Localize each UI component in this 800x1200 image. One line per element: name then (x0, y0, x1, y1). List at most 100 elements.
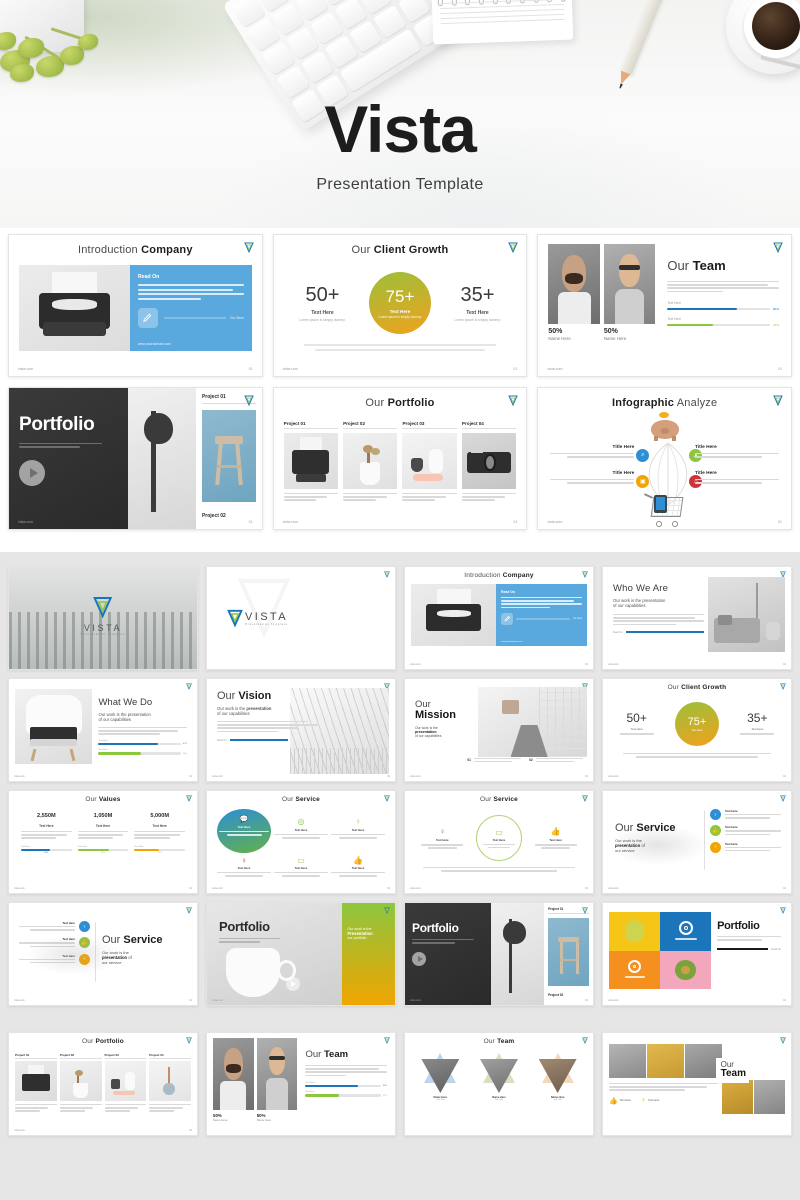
progress-bar-row: Text Here 54% (98, 749, 187, 755)
slide-our-service-6[interactable]: Our Service 💬 Text Here ◎ Text Here ♀ Te… (206, 790, 396, 894)
slide-subtitle-bold: presentation (246, 706, 272, 711)
slide-our-mission[interactable]: Our Mission Our work is the presentation… (404, 678, 594, 782)
portfolio-project[interactable]: Project 01 (15, 1053, 57, 1114)
slide-our-service-right[interactable]: Our Service Our work is the presentation… (602, 790, 792, 894)
thumbnail-grid-section: VISTA Presentation Template VISTA Presen… (0, 552, 800, 1022)
service-item-highlight[interactable]: ▭ Text Here (475, 815, 522, 861)
title-light: Our (365, 397, 385, 409)
service-label: Text Here (549, 838, 562, 843)
slide-our-team-3[interactable]: Our Team Name Here Job Title Name Here J… (404, 1032, 594, 1136)
slide-introduction-company[interactable]: Introduction Company Read On Go View www… (8, 234, 263, 377)
portfolio-project[interactable]: Project 03 (104, 1053, 147, 1114)
team-member: Name Here Job Title (535, 1053, 581, 1101)
slide-infographic-analyze[interactable]: Infographic Analyze ⌕ ▣ Title Here Title… (537, 387, 792, 530)
service-item[interactable]: 👍 Text Here (534, 827, 577, 849)
portfolio-tile[interactable] (609, 950, 661, 989)
bar-label: Text Here (98, 749, 108, 752)
slide-who-we-are[interactable]: Who We Are Our work is the presentation … (602, 566, 792, 670)
portfolio-project[interactable]: Project 02 (59, 1053, 102, 1114)
portfolio-body (19, 443, 118, 448)
service-item[interactable]: 👍 Text Here (331, 856, 385, 877)
thumbs-up-icon: 👍 (550, 827, 561, 837)
team-member: 50% Name Here (603, 244, 656, 360)
service-item[interactable]: ♀ Text Here (331, 809, 385, 853)
service-list-item[interactable]: ♀ Text Here (710, 841, 781, 853)
slide-portfolio-cover[interactable]: Portfolio Project 01 Project 02 vista.co… (8, 387, 263, 530)
service-item[interactable]: ♀ Text Here (217, 856, 271, 877)
slide-subtitle-2: our service (615, 848, 635, 853)
service-item[interactable]: ▭ Text Here (274, 856, 328, 877)
play-button[interactable] (19, 459, 118, 486)
stat-item: 35+ Text Here Lorem ipsum is simply dumm… (447, 284, 509, 322)
slide-our-team-grid[interactable]: 👍 Text Here ♀ Text Here Our Team (602, 1032, 792, 1136)
slide-our-service-left[interactable]: Text Here ♀ Text Here 👍 (8, 902, 198, 1006)
slide-cover-forest[interactable]: VISTA Presentation Template (8, 566, 198, 670)
service-list-item[interactable]: Text Here ♀ (19, 921, 90, 932)
slide-client-growth-sm[interactable]: Our Client Growth 50+ Text Here 75+ Text… (602, 678, 792, 782)
read-on-link[interactable]: Read On (613, 631, 623, 634)
slide-our-team[interactable]: 50% Name Here 50% Name Here Our Team Tex… (537, 234, 792, 377)
slide-our-team-2[interactable]: 50% Name Here 50% Name Here Our Team Tex… (206, 1032, 396, 1136)
project-caption (283, 493, 339, 501)
slide-footer: vista.com 01 (283, 520, 518, 524)
slide-portfolio-mug[interactable]: Portfolio Our work is the Presentation o… (206, 902, 396, 1006)
slide-portfolio-tiles[interactable]: Portfolio Read On vista.com 01 (602, 902, 792, 1006)
stat-label: Text Here (389, 309, 411, 314)
slide-introduction-company-sm[interactable]: Introduction Company Read On Go View www… (404, 566, 594, 670)
title-light: Our (351, 244, 371, 256)
bar-value: 54% (182, 752, 187, 755)
play-button[interactable] (285, 976, 300, 991)
title-light: Our (480, 796, 492, 803)
portfolio-project[interactable]: Project 04 (149, 1053, 191, 1114)
portfolio-project[interactable]: Project 01 (283, 421, 339, 503)
title-bold: Client Growth (681, 684, 727, 691)
project-02-panel: Project 01 Project 02 (195, 388, 262, 529)
title-bold: Company (141, 244, 193, 256)
slide-our-portfolio-b[interactable]: Our Portfolio Project 01 Project 02 Proj… (8, 1032, 198, 1136)
vista-logo-icon (773, 395, 783, 406)
thumb-row-5: Our Portfolio Project 01 Project 02 Proj… (8, 1032, 792, 1136)
slide-subtitle-2: of our capabilities (98, 717, 132, 722)
portfolio-tile[interactable] (660, 912, 712, 951)
vista-logo-icon (384, 907, 390, 914)
trophy-icon: ♀ (640, 1097, 647, 1105)
slide-portfolio-lamp[interactable]: Portfolio Project 01 Project 02 vista.co… (404, 902, 594, 1006)
go-view-link[interactable]: Go View (230, 316, 244, 320)
service-item[interactable]: ◎ Text Here (274, 809, 328, 853)
go-view-link[interactable]: Go View (573, 617, 582, 620)
play-button[interactable] (412, 951, 484, 966)
service-list-item[interactable]: 👍 Text Here (710, 825, 781, 837)
read-on-link[interactable]: Read On (217, 739, 227, 742)
service-item-highlight[interactable]: 💬 Text Here (217, 809, 271, 853)
thumb-row-1: VISTA Presentation Template VISTA Presen… (8, 566, 792, 670)
portfolio-project[interactable]: Project 02 (343, 421, 398, 503)
lamp-photo (127, 388, 196, 529)
read-on-link[interactable]: Read On (771, 948, 781, 951)
title-bold: Infographic (612, 397, 675, 409)
slide-our-service-3[interactable]: Our Service ♀ Text Here ▭ Text Here 👍 Te… (404, 790, 594, 894)
footer-left: vista.com (608, 887, 619, 890)
slide-title: Our Portfolio (284, 397, 517, 409)
project-caption (343, 493, 398, 501)
slide-our-values[interactable]: Our Values 2,550M Text Here Text Here 60… (8, 790, 198, 894)
slide-our-vision[interactable]: Our Vision Our work is the presentation … (206, 678, 396, 782)
title-light: Our (282, 796, 294, 803)
slide-our-portfolio[interactable]: Our Portfolio Project 01 Project 02 Proj… (272, 387, 528, 530)
slide-what-we-do[interactable]: What We Do Our work is the presentation … (8, 678, 198, 782)
service-list-item[interactable]: ♀ Text Here (710, 809, 781, 820)
progress-bar-row: Text Here 80% (667, 301, 779, 311)
footer-right: 01 (189, 999, 192, 1002)
vista-logo-icon (243, 395, 254, 406)
footer-left: vista.com (410, 999, 421, 1002)
portfolio-title: Portfolio (717, 920, 760, 932)
slide-our-client-growth[interactable]: Our Client Growth 50+ Text Here Lorem ip… (272, 234, 528, 377)
portfolio-tile[interactable] (609, 912, 661, 951)
portfolio-tile[interactable] (660, 950, 712, 989)
slide-cover-white[interactable]: VISTA Presentation Template (206, 566, 396, 670)
service-item[interactable]: ♀ Text Here (421, 827, 464, 849)
title-light: Introduction (464, 572, 501, 579)
portfolio-project[interactable]: Project 03 (402, 421, 457, 503)
project-label: Project 02 (548, 993, 564, 997)
service-label: Text Here (492, 837, 506, 842)
portfolio-project[interactable]: Project 04 (461, 421, 517, 503)
